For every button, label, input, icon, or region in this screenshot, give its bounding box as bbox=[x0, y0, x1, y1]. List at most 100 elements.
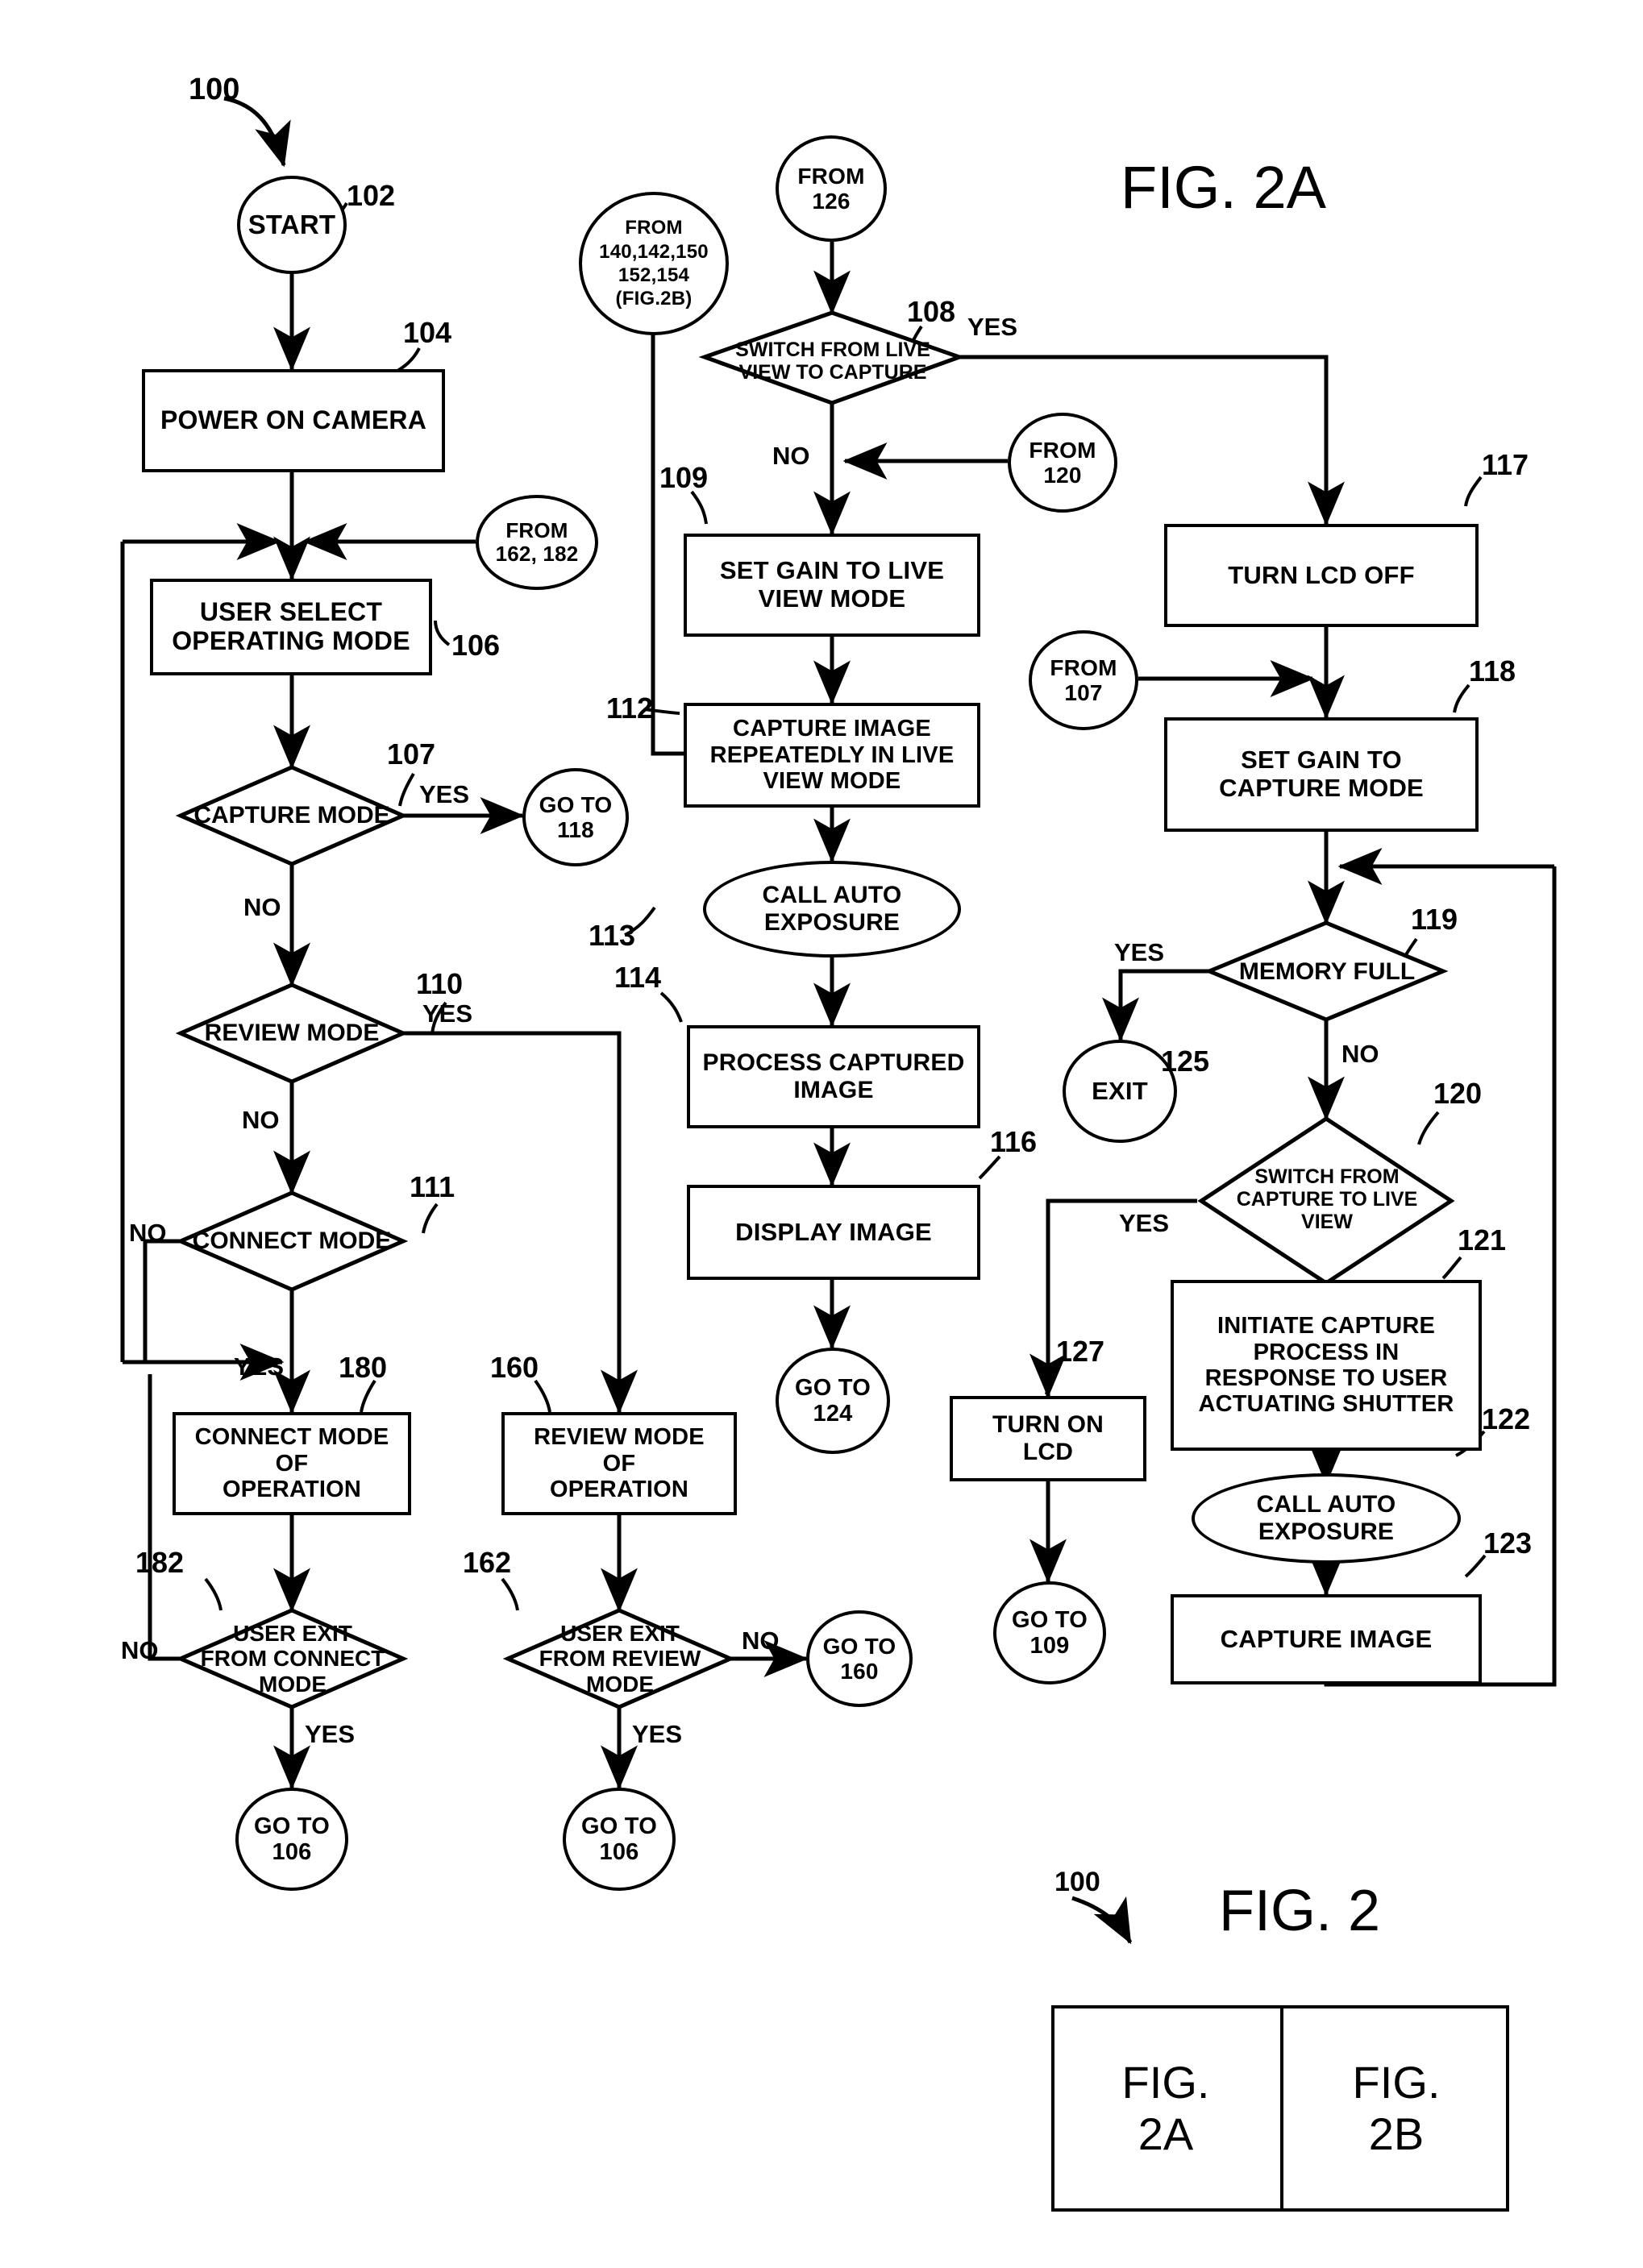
node-call-auto-exposure-122: CALL AUTO EXPOSURE bbox=[1192, 1473, 1461, 1564]
node-set-gain-capture-line1: SET GAIN TO bbox=[1241, 746, 1402, 775]
ref-100-main: 100 bbox=[189, 73, 240, 106]
node-from-162-182-line1: FROM bbox=[505, 517, 568, 542]
node-switch-ctl-line3: VIEW bbox=[1301, 1211, 1353, 1233]
ref-160: 160 bbox=[490, 1351, 539, 1384]
node-turn-lcd-off-label: TURN LCD OFF bbox=[1228, 560, 1415, 589]
ref-106: 106 bbox=[451, 629, 501, 662]
node-goto-160-line2: 160 bbox=[840, 1659, 879, 1684]
node-from-120-line1: FROM bbox=[1029, 437, 1096, 463]
node-call-ae-113-line2: EXPOSURE bbox=[763, 909, 901, 936]
node-from-107: FROM 107 bbox=[1029, 630, 1138, 730]
node-goto-124: GO TO 124 bbox=[776, 1348, 890, 1454]
node-power-on-camera-label: POWER ON CAMERA bbox=[160, 405, 427, 435]
node-call-ae-122-line1: CALL AUTO bbox=[1256, 1491, 1396, 1518]
node-set-gain-live-line1: SET GAIN TO LIVE bbox=[719, 556, 945, 585]
node-goto-106-a-line1: GO TO bbox=[254, 1813, 330, 1839]
node-capture-repeat-line1: CAPTURE IMAGE bbox=[733, 716, 931, 742]
node-review-op-line3: OPERATION bbox=[549, 1477, 689, 1503]
node-connect-op-line2: OF bbox=[275, 1450, 309, 1477]
node-goto-106-b-line2: 106 bbox=[599, 1839, 639, 1865]
node-from-fig2b-line1: FROM bbox=[625, 217, 683, 239]
node-goto-106-a-line2: 106 bbox=[272, 1839, 312, 1865]
node-from-126-line2: 126 bbox=[812, 189, 851, 214]
ref-108: 108 bbox=[907, 295, 956, 328]
node-switch-ctl-line2: CAPTURE TO LIVE bbox=[1236, 1188, 1418, 1211]
node-switch-ctl-line1: SWITCH FROM bbox=[1254, 1165, 1400, 1188]
ref-122: 122 bbox=[1482, 1402, 1531, 1435]
node-from-126-line1: FROM bbox=[797, 163, 865, 189]
edge-switch-ltc-yes: YES bbox=[967, 313, 1018, 341]
ref-121: 121 bbox=[1458, 1223, 1507, 1257]
node-initiate-capture-line4: ACTUATING SHUTTER bbox=[1198, 1391, 1454, 1418]
edge-memory-full-yes: YES bbox=[1114, 938, 1165, 966]
node-goto-106-b: GO TO 106 bbox=[563, 1788, 676, 1891]
ref-118: 118 bbox=[1469, 654, 1516, 687]
node-memory-full-label: MEMORY FULL bbox=[1238, 958, 1416, 986]
ref-180: 180 bbox=[339, 1351, 388, 1384]
ref-102: 102 bbox=[347, 179, 396, 212]
node-switch-live-to-capture-label: SWITCH FROM LIVE VIEW TO CAPTURE bbox=[719, 337, 946, 385]
node-user-select-line2: OPERATING MODE bbox=[172, 626, 410, 655]
edge-capture-mode-no: NO bbox=[243, 893, 281, 921]
key-cell-fig-2a-line1: FIG. bbox=[1121, 2056, 1210, 2108]
node-user-exit-connect-line3: MODE bbox=[259, 1671, 327, 1697]
node-display-image-label: DISPLAY IMAGE bbox=[735, 1217, 932, 1246]
patent-figure-page: FIG. 2A 100 START 102 POWER ON CAMERA 10… bbox=[0, 0, 1643, 2268]
node-exit-label: EXIT bbox=[1092, 1076, 1148, 1105]
ref-111: 111 bbox=[410, 1170, 455, 1203]
node-goto-109-line1: GO TO bbox=[1012, 1606, 1088, 1633]
node-turn-on-lcd-line2: LCD bbox=[1022, 1439, 1074, 1465]
key-cell-fig-2b-line2: 2B bbox=[1368, 2108, 1425, 2159]
node-from-fig2b: FROM 140,142,150 152,154 (FIG.2B) bbox=[579, 192, 729, 335]
key-cell-fig-2b-line1: FIG. bbox=[1352, 2056, 1441, 2108]
node-power-on-camera: POWER ON CAMERA bbox=[142, 369, 445, 472]
edge-connect-mode-no: NO bbox=[129, 1219, 167, 1247]
node-user-exit-connect-label: USER EXIT FROM CONNECT MODE bbox=[187, 1615, 398, 1702]
node-from-107-line1: FROM bbox=[1050, 654, 1117, 680]
node-goto-106-a: GO TO 106 bbox=[235, 1788, 348, 1891]
ref-113: 113 bbox=[589, 919, 636, 952]
node-start: START bbox=[237, 176, 347, 274]
node-capture-repeat-line3: VIEW MODE bbox=[763, 768, 901, 795]
node-from-126: FROM 126 bbox=[776, 135, 887, 242]
node-user-exit-connect-line1: USER EXIT bbox=[233, 1620, 352, 1646]
edge-capture-mode-yes: YES bbox=[419, 780, 470, 808]
edge-connect-mode-yes: YES bbox=[234, 1352, 285, 1381]
node-switch-ltc-line2: VIEW TO CAPTURE bbox=[738, 361, 927, 384]
node-from-fig2b-line4: (FIG.2B) bbox=[615, 288, 693, 310]
key-figure-title: FIG. 2 bbox=[1219, 1879, 1381, 1943]
node-capture-image-label: CAPTURE IMAGE bbox=[1220, 1624, 1433, 1653]
node-goto-118: GO TO 118 bbox=[522, 768, 629, 866]
ref-109: 109 bbox=[659, 461, 709, 494]
node-from-107-line2: 107 bbox=[1064, 680, 1103, 705]
node-connect-op-line3: OPERATION bbox=[222, 1477, 362, 1503]
ref-120: 120 bbox=[1433, 1077, 1483, 1110]
node-from-162-182-line2: 162, 182 bbox=[495, 542, 579, 566]
node-call-ae-122-line2: EXPOSURE bbox=[1258, 1518, 1395, 1545]
node-goto-124-line2: 124 bbox=[813, 1401, 853, 1427]
key-cell-fig-2b: FIG. 2B bbox=[1283, 2005, 1509, 2212]
edge-switch-ltc-no: NO bbox=[772, 442, 810, 470]
node-review-mode-label: REVIEW MODE bbox=[204, 1020, 380, 1047]
node-user-exit-review-line2: FROM REVIEW bbox=[539, 1646, 701, 1672]
node-initiate-capture-line3: RESPONSE TO USER bbox=[1204, 1365, 1448, 1391]
edge-switch-ctl-yes: YES bbox=[1119, 1209, 1170, 1237]
node-user-exit-review-line3: MODE bbox=[586, 1671, 654, 1697]
node-process-captured-image: PROCESS CAPTURED IMAGE bbox=[687, 1025, 980, 1128]
edge-review-mode-no: NO bbox=[242, 1106, 280, 1134]
node-call-ae-113-line1: CALL AUTO bbox=[762, 882, 902, 909]
ref-162: 162 bbox=[463, 1546, 512, 1579]
node-goto-118-line2: 118 bbox=[557, 817, 594, 842]
node-initiate-capture-line2: PROCESS IN bbox=[1253, 1339, 1400, 1365]
ref-117: 117 bbox=[1482, 448, 1529, 481]
node-switch-ltc-line1: SWITCH FROM LIVE bbox=[735, 339, 930, 361]
node-review-op-line1: REVIEW MODE bbox=[534, 1424, 705, 1451]
node-from-fig2b-line3: 152,154 bbox=[618, 264, 690, 286]
node-user-exit-review-label: USER EXIT FROM REVIEW MODE bbox=[514, 1615, 726, 1702]
node-user-exit-connect-line2: FROM CONNECT bbox=[200, 1646, 385, 1672]
ref-112: 112 bbox=[606, 692, 654, 725]
ref-123: 123 bbox=[1483, 1527, 1533, 1560]
node-goto-109: GO TO 109 bbox=[993, 1581, 1106, 1684]
ref-182: 182 bbox=[135, 1546, 185, 1579]
node-goto-109-line2: 109 bbox=[1029, 1633, 1070, 1659]
